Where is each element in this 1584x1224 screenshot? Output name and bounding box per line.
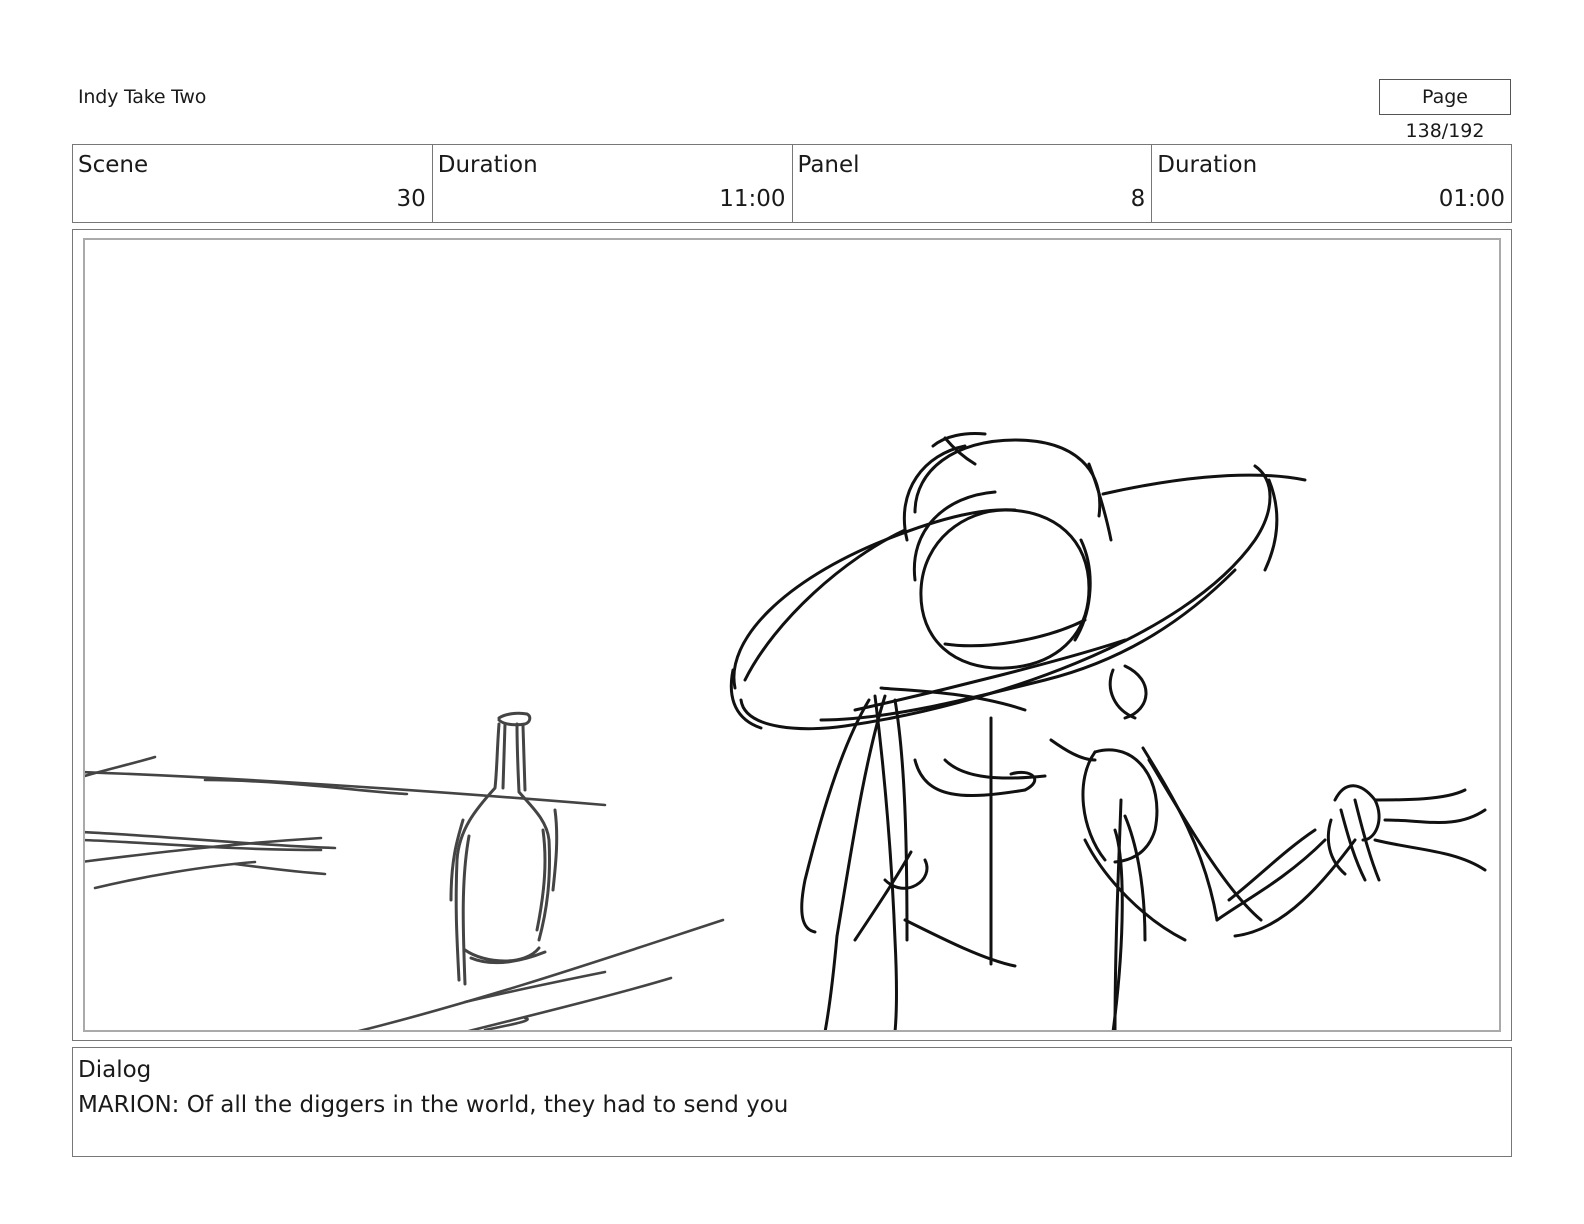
dialog-box: Dialog MARION: Of all the diggers in the… [72,1047,1512,1157]
panel-duration-label: Duration [1157,152,1258,178]
shot-info-table: Scene 30 Duration 11:00 Panel 8 Duration… [72,144,1512,223]
bottle-sketch [449,711,559,986]
panel-label: Panel [797,152,860,178]
scene-duration-value: 11:00 [719,186,786,212]
figure-sketch [729,432,1487,1030]
scene-cell: Scene 30 [73,145,433,222]
panel-duration-cell: Duration 01:00 [1152,145,1511,222]
panel-value: 8 [1130,186,1146,212]
storyboard-panel-frame [72,229,1512,1041]
dialog-text: MARION: Of all the diggers in the world,… [78,1092,789,1118]
panel-cell: Panel 8 [793,145,1153,222]
panel-sketch [85,432,1487,1030]
table-sketch [85,755,725,1030]
document-title: Indy Take Two [78,86,207,108]
scene-label: Scene [78,152,149,178]
panel-duration-value: 01:00 [1438,186,1505,212]
scene-duration-label: Duration [437,152,538,178]
page-number: Page 138/192 [1379,79,1511,142]
scene-duration-cell: Duration 11:00 [433,145,793,222]
scene-value: 30 [396,186,426,212]
storyboard-panel [83,238,1501,1032]
dialog-label: Dialog [78,1057,152,1083]
